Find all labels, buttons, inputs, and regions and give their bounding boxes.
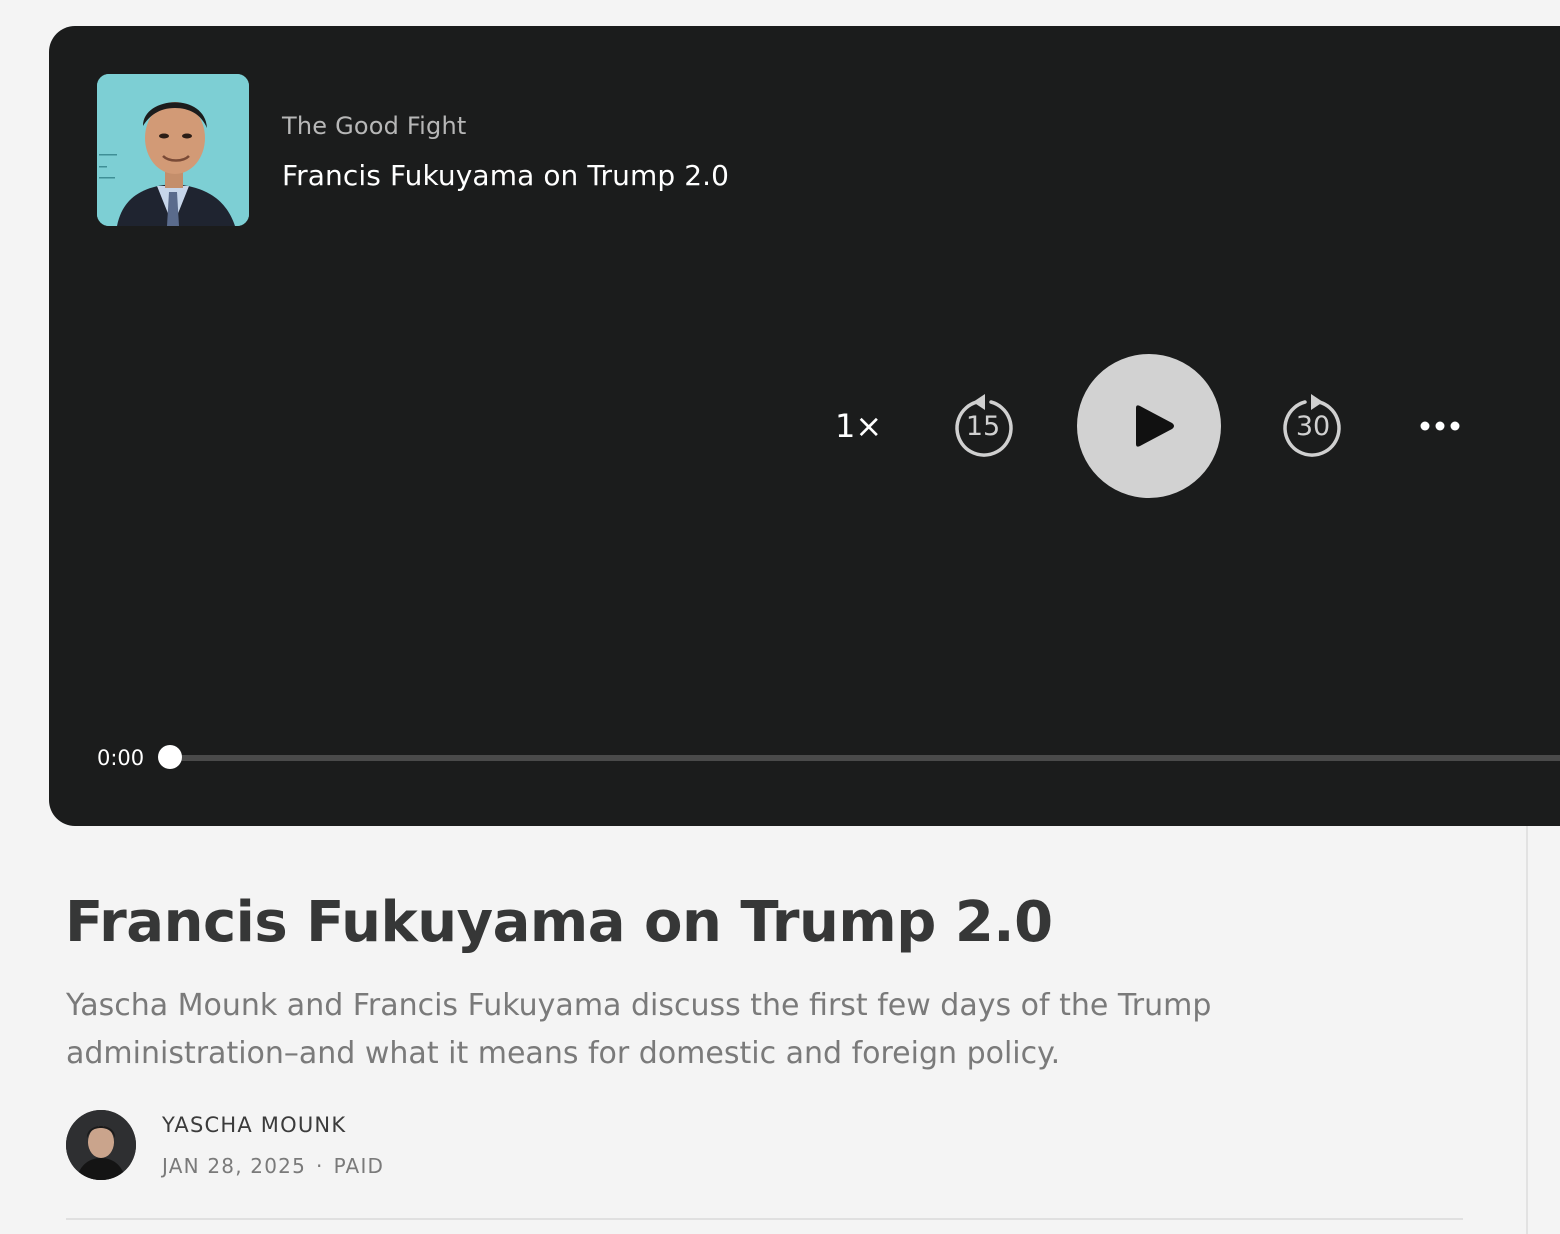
post-meta: JAN 28, 2025 · PAID [162, 1154, 384, 1178]
more-options-button[interactable] [1419, 411, 1467, 441]
meta-separator: · [316, 1154, 324, 1178]
skip-back-seconds: 15 [965, 411, 1001, 442]
episode-title[interactable]: Francis Fukuyama on Trump 2.0 [282, 159, 729, 192]
author-name[interactable]: YASCHA MOUNK [162, 1113, 346, 1137]
access-badge: PAID [333, 1154, 385, 1178]
page: The Good Fight Francis Fukuyama on Trump… [0, 0, 1560, 1234]
content-divider [66, 1218, 1463, 1220]
more-icon [1420, 421, 1460, 431]
post-subtitle: Yascha Mounk and Francis Fukuyama discus… [66, 988, 1212, 1071]
show-name[interactable]: The Good Fight [282, 112, 466, 140]
play-button[interactable] [1077, 354, 1221, 498]
current-time: 0:00 [97, 746, 145, 770]
playback-speed-button[interactable]: 1× [835, 407, 882, 445]
audio-player: The Good Fight Francis Fukuyama on Trump… [49, 26, 1560, 826]
play-icon [1136, 405, 1174, 447]
skip-forward-seconds: 30 [1295, 411, 1331, 442]
progress-track[interactable] [170, 755, 1560, 761]
sidebar-divider [1526, 826, 1528, 1234]
post-date: JAN 28, 2025 [162, 1154, 307, 1178]
episode-cover-art [97, 74, 249, 226]
skip-forward-button[interactable]: 30 [1279, 392, 1347, 460]
progress-handle[interactable] [158, 745, 182, 769]
skip-back-button[interactable]: 15 [949, 392, 1017, 460]
post-title: Francis Fukuyama on Trump 2.0 [65, 890, 1053, 955]
author-avatar[interactable] [66, 1110, 136, 1180]
